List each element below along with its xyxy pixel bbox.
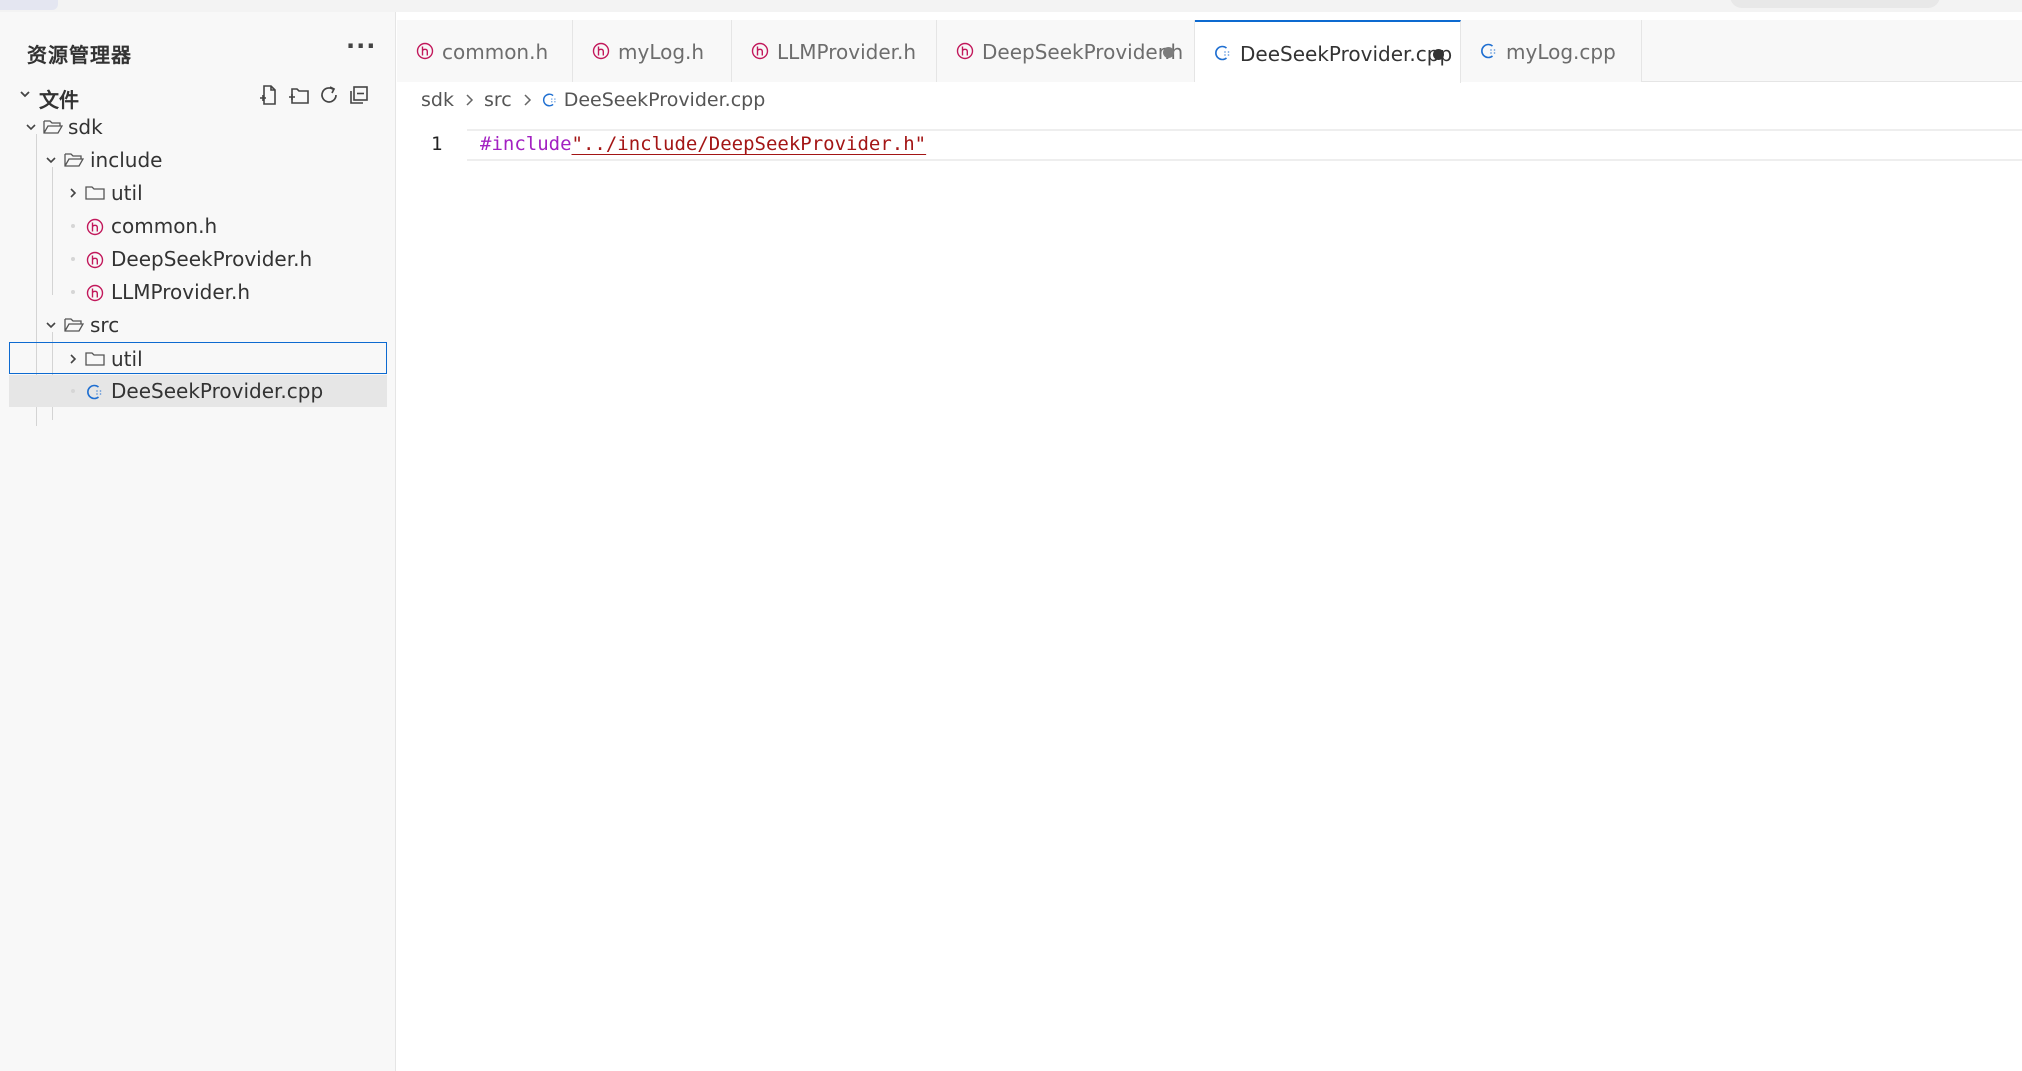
section-actions [258,84,370,108]
tree-folder-include-util[interactable]: util [9,177,387,209]
chevron-right-icon [466,94,474,106]
files-section-header[interactable]: 文件 [0,82,396,112]
tree-dot [71,290,75,294]
folder-open-icon [64,153,84,167]
folder-open-icon [64,318,84,332]
tab-label: myLog.cpp [1506,40,1616,64]
editor-tab-bar: common.h myLog.h LLMProvider.h DeepSeekP… [397,20,2022,83]
tab-label: myLog.h [618,40,705,64]
tree-item-label: sdk [68,115,103,139]
tree-item-label: DeepSeekProvider.h [111,247,313,271]
tree-folder-src[interactable]: src [9,309,387,341]
code-editor[interactable]: 1 #include"../include/DeepSeekProvider.h… [397,125,2022,1071]
line-number: 1 [431,133,443,155]
unsaved-dot-icon[interactable] [1163,47,1174,58]
tab-label: common.h [442,40,549,64]
include-path-string: "../include/DeepSeekProvider.h" [571,133,927,155]
tree-item-label: common.h [111,214,218,238]
cpp-file-icon [87,384,102,400]
chevron-down-icon [46,322,56,329]
tree-dot [71,224,75,228]
breadcrumb-item-src[interactable]: src [484,89,512,111]
collapse-all-icon[interactable] [348,84,370,106]
tree-item-label: util [111,181,143,205]
tab-common-h[interactable]: common.h [397,20,573,82]
breadcrumb: sdk src DeeSeekProvider.cpp [421,88,765,112]
more-actions-icon[interactable]: ··· [346,34,376,58]
new-folder-icon[interactable] [288,84,310,106]
header-file-icon [86,284,104,302]
tree-item-label: include [90,148,163,172]
unsaved-dot-icon[interactable] [1433,49,1444,60]
breadcrumb-item-file[interactable]: DeeSeekProvider.cpp [564,89,766,111]
include-directive: #include [480,133,572,155]
header-file-icon [956,42,974,60]
chevron-right-icon [70,354,77,364]
tab-deepseekprovider-h[interactable]: DeepSeekProvider.h [937,20,1195,82]
code-line[interactable]: #include"../include/DeepSeekProvider.h" [480,133,926,155]
chevron-right-icon [70,188,77,198]
tree-item-label: src [90,313,120,337]
tree-item-label: util [111,347,143,371]
explorer-sidebar: 资源管理器 ··· 文件 sdk include util common.h D… [0,12,396,1071]
tree-item-label: DeeSeekProvider.cpp [111,379,324,403]
tab-llmprovider-h[interactable]: LLMProvider.h [732,20,937,82]
tree-folder-include[interactable]: include [9,144,387,176]
chevron-down-icon [26,124,36,131]
command-search-box[interactable] [1730,0,1940,8]
tree-dot [71,257,75,261]
tree-folder-sdk[interactable]: sdk [9,111,387,143]
tree-file-common-h[interactable]: common.h [9,210,387,242]
tab-mylog-cpp[interactable]: myLog.cpp [1461,20,1642,82]
chevron-down-icon [46,157,56,164]
folder-open-icon [43,120,63,134]
tree-dot [71,389,75,393]
folder-icon [85,186,105,200]
header-file-icon [416,42,434,60]
tab-mylog-h[interactable]: myLog.h [573,20,732,82]
new-file-icon[interactable] [258,84,280,106]
header-file-icon [592,42,610,60]
breadcrumb-item-sdk[interactable]: sdk [421,89,454,111]
tree-folder-src-util[interactable]: util [9,342,387,374]
folder-icon [85,352,105,366]
chevron-right-icon [524,94,531,106]
tree-file-deepseekprovider-h[interactable]: DeepSeekProvider.h [9,243,387,275]
app-menu-button[interactable] [0,0,58,10]
cpp-file-icon [542,93,556,107]
header-file-icon [86,218,104,236]
files-section-label: 文件 [39,88,79,112]
sidebar-title: 资源管理器 [27,43,132,67]
tree-item-label: LLMProvider.h [111,280,251,304]
tab-label: LLMProvider.h [777,40,917,64]
menu-bar [0,0,2022,12]
cpp-file-icon [1481,43,1496,59]
tab-label: DeepSeekProvider.h [982,40,1184,64]
chevron-down-icon [20,91,30,98]
tab-deeseekprovider-cpp[interactable]: DeeSeekProvider.cpp [1195,20,1461,83]
tab-label: DeeSeekProvider.cpp [1240,42,1453,66]
cpp-file-icon [1215,45,1230,61]
tree-file-llmprovider-h[interactable]: LLMProvider.h [9,276,387,308]
refresh-icon[interactable] [318,84,340,106]
header-file-icon [751,42,769,60]
tree-file-deeseekprovider-cpp[interactable]: DeeSeekProvider.cpp [9,375,387,407]
header-file-icon [86,251,104,269]
